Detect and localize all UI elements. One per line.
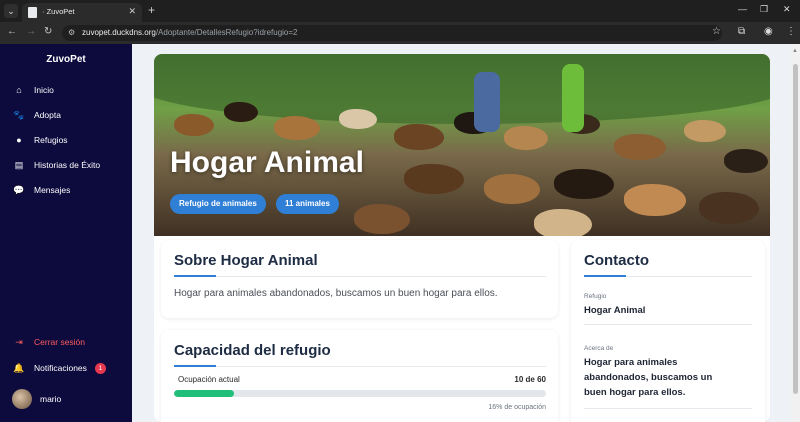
shelter-cover-photo: Hogar Animal Refugio de animales 11 anim… <box>154 54 770 236</box>
user-name: mario <box>40 394 62 404</box>
bell-icon: 🔔 <box>13 362 25 373</box>
chat-icon: 💬 <box>13 184 25 195</box>
title-underline <box>584 275 626 277</box>
sidebar-item-inicio[interactable]: ⌂ Inicio <box>12 82 54 98</box>
sidebar-item-adopta[interactable]: 🐾 Adopta <box>12 107 61 123</box>
page-favicon-icon <box>28 7 37 18</box>
browser-tab-bar: ⌄ · ZuvoPet ✕ + — ❐ ✕ <box>0 0 800 22</box>
new-tab-icon[interactable]: + <box>148 3 155 17</box>
shelter-type-badge: Refugio de animales <box>170 194 266 214</box>
back-icon[interactable]: ← <box>7 26 17 37</box>
contact-card: Contacto Refugio Hogar Animal Acerca de … <box>571 240 765 422</box>
occupancy-progress-fill <box>174 390 234 397</box>
sidebar-item-label: Historias de Éxito <box>34 160 101 170</box>
url-path: /Adoptante/DetallesRefugio?idrefugio=2 <box>155 28 298 37</box>
notifications-button[interactable]: 🔔 Notificaciones 1 <box>12 360 106 376</box>
refugio-value: Hogar Animal <box>584 305 646 316</box>
sidebar-item-refugios[interactable]: ● Refugios <box>12 132 68 148</box>
about-title: Sobre Hogar Animal <box>174 252 318 269</box>
tab-search-icon[interactable]: ⌄ <box>4 4 18 18</box>
window-close-icon[interactable]: ✕ <box>783 4 791 15</box>
restore-icon[interactable]: ❐ <box>760 4 768 15</box>
refugio-label: Refugio <box>584 293 607 300</box>
about-description: Hogar para animales abandonados, buscamo… <box>174 288 498 299</box>
user-profile[interactable]: mario <box>12 388 61 410</box>
tab-close-icon[interactable]: ✕ <box>128 6 136 17</box>
notification-count-badge: 1 <box>94 362 106 374</box>
book-icon: ▤ <box>14 159 24 170</box>
tab-title: · ZuvoPet <box>42 7 75 16</box>
occupancy-value: 10 de 60 <box>514 375 546 384</box>
scrollbar-thumb[interactable] <box>793 64 798 394</box>
occupancy-label: Ocupación actual <box>178 375 240 384</box>
home-icon: ⌂ <box>16 85 22 95</box>
site-info-icon[interactable]: ⚙ <box>68 28 75 37</box>
minimize-icon[interactable]: — <box>738 4 747 14</box>
avatar <box>12 389 32 409</box>
reload-icon[interactable]: ↻ <box>44 26 52 37</box>
shelter-title: Hogar Animal <box>170 146 364 179</box>
brand-logo[interactable]: ZuvoPet <box>0 54 132 65</box>
capacity-card: Capacidad del refugio Ocupación actual 1… <box>161 330 558 422</box>
browser-tab[interactable]: · ZuvoPet ✕ <box>22 3 142 22</box>
occupancy-progress-bar <box>174 390 546 397</box>
sidebar-item-label: Refugios <box>34 135 68 145</box>
animal-count-badge: 11 animales <box>276 194 339 214</box>
profile-icon[interactable]: ◉ <box>764 26 773 37</box>
paw-icon: 🐾 <box>13 109 25 120</box>
sidebar-item-label: Mensajes <box>34 185 71 195</box>
notifications-label: Notificaciones <box>34 363 87 373</box>
url-field[interactable]: ⚙ zuvopet.duckdns.org/Adoptante/Detalles… <box>62 25 722 41</box>
about-label: Acerca de <box>584 345 614 352</box>
address-bar-row: ← → ↻ ⚙ zuvopet.duckdns.org/Adoptante/De… <box>0 22 800 44</box>
contact-title: Contacto <box>584 252 649 269</box>
menu-icon[interactable]: ⋮ <box>786 26 796 37</box>
sidebar-item-label: Inicio <box>34 85 54 95</box>
occupancy-percent: 16% de ocupación <box>488 404 546 411</box>
forward-icon[interactable]: → <box>26 26 36 37</box>
url-host: zuvopet.duckdns.org <box>82 28 156 37</box>
logout-button[interactable]: ⇥ Cerrar sesión <box>12 334 85 350</box>
extensions-icon[interactable]: ⧉ <box>738 26 745 37</box>
about-value: Hogar para animales abandonados, buscamo… <box>584 357 713 398</box>
logout-label: Cerrar sesión <box>34 337 86 347</box>
title-underline <box>174 275 216 277</box>
sign-out-icon: ⇥ <box>15 336 23 347</box>
sidebar-item-mensajes[interactable]: 💬 Mensajes <box>12 182 70 198</box>
sidebar: ZuvoPet ⌂ Inicio 🐾 Adopta ● Refugios ▤ H… <box>0 44 132 422</box>
sidebar-item-historias[interactable]: ▤ Historias de Éxito <box>12 157 100 173</box>
main-content: Hogar Animal Refugio de animales 11 anim… <box>132 44 791 422</box>
scroll-up-icon[interactable]: ▲ <box>792 48 798 54</box>
bookmark-star-icon[interactable]: ☆ <box>712 26 721 37</box>
page-scrollbar[interactable]: ▲ <box>791 44 800 422</box>
about-card: Sobre Hogar Animal Hogar para animales a… <box>161 240 558 318</box>
capacity-title: Capacidad del refugio <box>174 342 331 359</box>
title-underline <box>174 365 216 367</box>
map-pin-icon: ● <box>16 135 22 145</box>
sidebar-item-label: Adopta <box>34 110 61 120</box>
